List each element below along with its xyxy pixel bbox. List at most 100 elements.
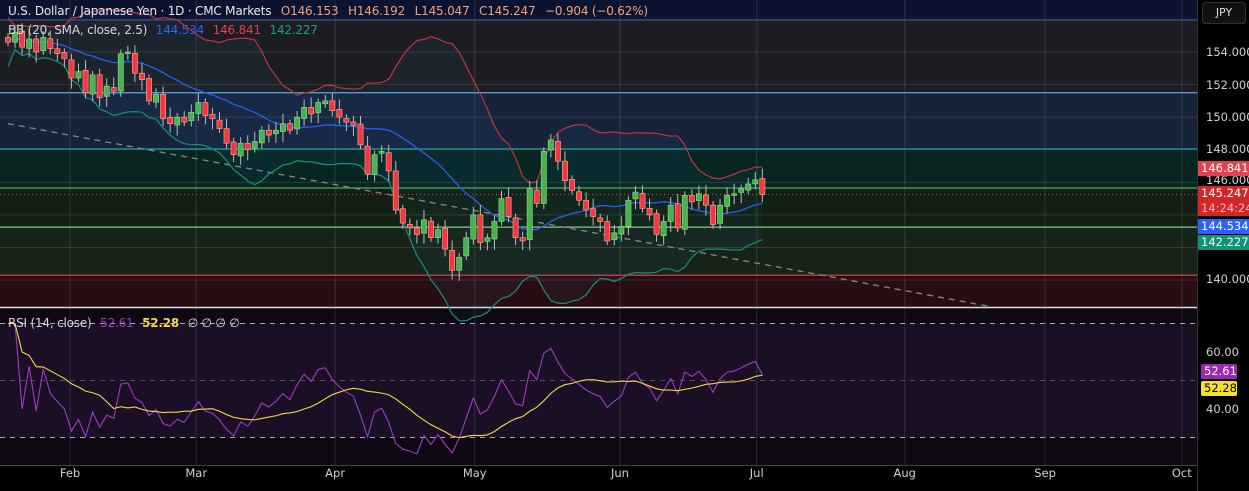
candle-body: [392, 170, 399, 211]
candle-body: [322, 100, 329, 105]
candle-body: [174, 116, 181, 126]
candle-body: [294, 116, 300, 130]
candle-body: [167, 117, 174, 124]
candle-body: [540, 151, 547, 204]
candle-body: [315, 102, 322, 113]
bar-countdown: 14:24:24: [1201, 201, 1249, 215]
candle-body: [223, 128, 230, 144]
bb-legend[interactable]: BB (20, SMA, close, 2.5) 144.534 146.841…: [8, 23, 318, 37]
candle-body: [618, 226, 625, 235]
candle-body: [477, 214, 484, 243]
candle-body: [378, 151, 385, 154]
ohlc-open: O146.153: [280, 4, 339, 18]
price-tick: 140.000: [1206, 272, 1249, 286]
candle-body: [265, 129, 272, 136]
candle-body: [385, 152, 392, 172]
ohlc-low: L145.047: [414, 4, 470, 18]
candle-body: [413, 227, 420, 235]
candle-body: [512, 217, 519, 239]
candle-body: [449, 250, 456, 271]
candle-body: [632, 191, 639, 200]
candle-body: [343, 118, 350, 123]
candle-body: [406, 224, 413, 229]
bb-lower-badge: 142.227: [1198, 235, 1249, 250]
candle-body: [110, 87, 117, 92]
ohlc-high: H146.192: [348, 4, 406, 18]
candle-body: [484, 237, 491, 242]
candle-body: [717, 204, 723, 224]
candle-body: [89, 74, 96, 95]
candle-body: [244, 142, 251, 151]
candle-body: [153, 94, 159, 103]
candle-body: [33, 38, 40, 53]
time-tick-aug: Aug: [893, 466, 916, 480]
candle-body: [139, 72, 145, 80]
candle-body: [456, 256, 463, 271]
candle-body: [103, 85, 110, 97]
price-change: −0.904 (−0.62%): [545, 4, 648, 18]
candle-body: [639, 193, 646, 209]
candle-body: [660, 221, 667, 237]
candle-body: [5, 37, 11, 43]
candle-body: [308, 107, 315, 115]
time-tick-mar: Mar: [185, 466, 208, 480]
candle-body: [731, 193, 738, 196]
candle-body: [526, 188, 533, 240]
candle-body: [646, 208, 653, 216]
candle-body: [336, 109, 343, 118]
price-tick: 150.000: [1206, 110, 1249, 124]
candle-body: [132, 53, 138, 74]
symbol-title: U.S. Dollar / Japanese Yen · 1D · CMC Ma…: [8, 4, 272, 18]
candle-body: [82, 69, 89, 94]
candle-body: [160, 94, 166, 120]
candle-body: [703, 194, 709, 206]
candle-body: [181, 116, 188, 123]
candle-body: [597, 217, 604, 222]
candle-body: [357, 123, 364, 146]
time-tick-jun: Jun: [610, 466, 629, 480]
candle-body: [604, 221, 611, 242]
candle-body: [562, 160, 568, 181]
candle-body: [40, 37, 47, 51]
time-tick-apr: Apr: [325, 466, 346, 480]
time-tick-jul: Jul: [749, 466, 764, 480]
candle-body: [752, 179, 759, 185]
candle-body: [421, 219, 427, 234]
candle-body: [230, 141, 237, 155]
candle-body: [251, 141, 258, 149]
last-price: 145.247: [1201, 186, 1249, 200]
currency-button[interactable]: JPY: [1202, 2, 1246, 24]
candle-body: [681, 195, 688, 230]
candle-body: [463, 237, 470, 257]
candle-body: [470, 214, 477, 240]
candle-body: [547, 139, 554, 151]
candle-body: [364, 145, 371, 175]
symbol-legend[interactable]: U.S. Dollar / Japanese Yen · 1D · CMC Ma…: [8, 4, 648, 18]
candle-body: [195, 102, 202, 114]
candle-body: [68, 59, 75, 79]
candle-body: [301, 107, 307, 119]
bb-basis-value: 144.534: [155, 23, 205, 37]
candle-body: [216, 119, 223, 129]
candle-body: [491, 221, 498, 240]
candle-body: [745, 183, 752, 191]
candle-body: [258, 129, 265, 144]
price-axis[interactable]: JPY 154.000 152.000 150.000 148.000 146.…: [1197, 0, 1249, 491]
rsi-legend[interactable]: RSI (14, close) 52.61 52.28 ∅ ∅ ∅ ∅: [8, 316, 240, 330]
candle-body: [653, 213, 660, 235]
rsi-tick: 60.00: [1206, 345, 1239, 359]
candle-body: [371, 154, 378, 175]
chart-canvas[interactable]: [0, 0, 1197, 491]
candle-body: [124, 51, 131, 54]
candle-body: [695, 193, 702, 201]
rsi-extra-values: ∅ ∅ ∅ ∅: [187, 316, 240, 330]
candle-body: [569, 179, 575, 191]
candle-body: [329, 100, 336, 111]
candle-body: [96, 74, 103, 98]
bb-basis-badge: 144.534: [1198, 219, 1249, 234]
candle-body: [519, 237, 526, 242]
bb-label: BB (20, SMA, close, 2.5): [8, 23, 148, 37]
last-price-badge: 145.247 14:24:24: [1198, 186, 1249, 216]
candle-body: [442, 227, 448, 250]
candle-body: [237, 142, 244, 157]
